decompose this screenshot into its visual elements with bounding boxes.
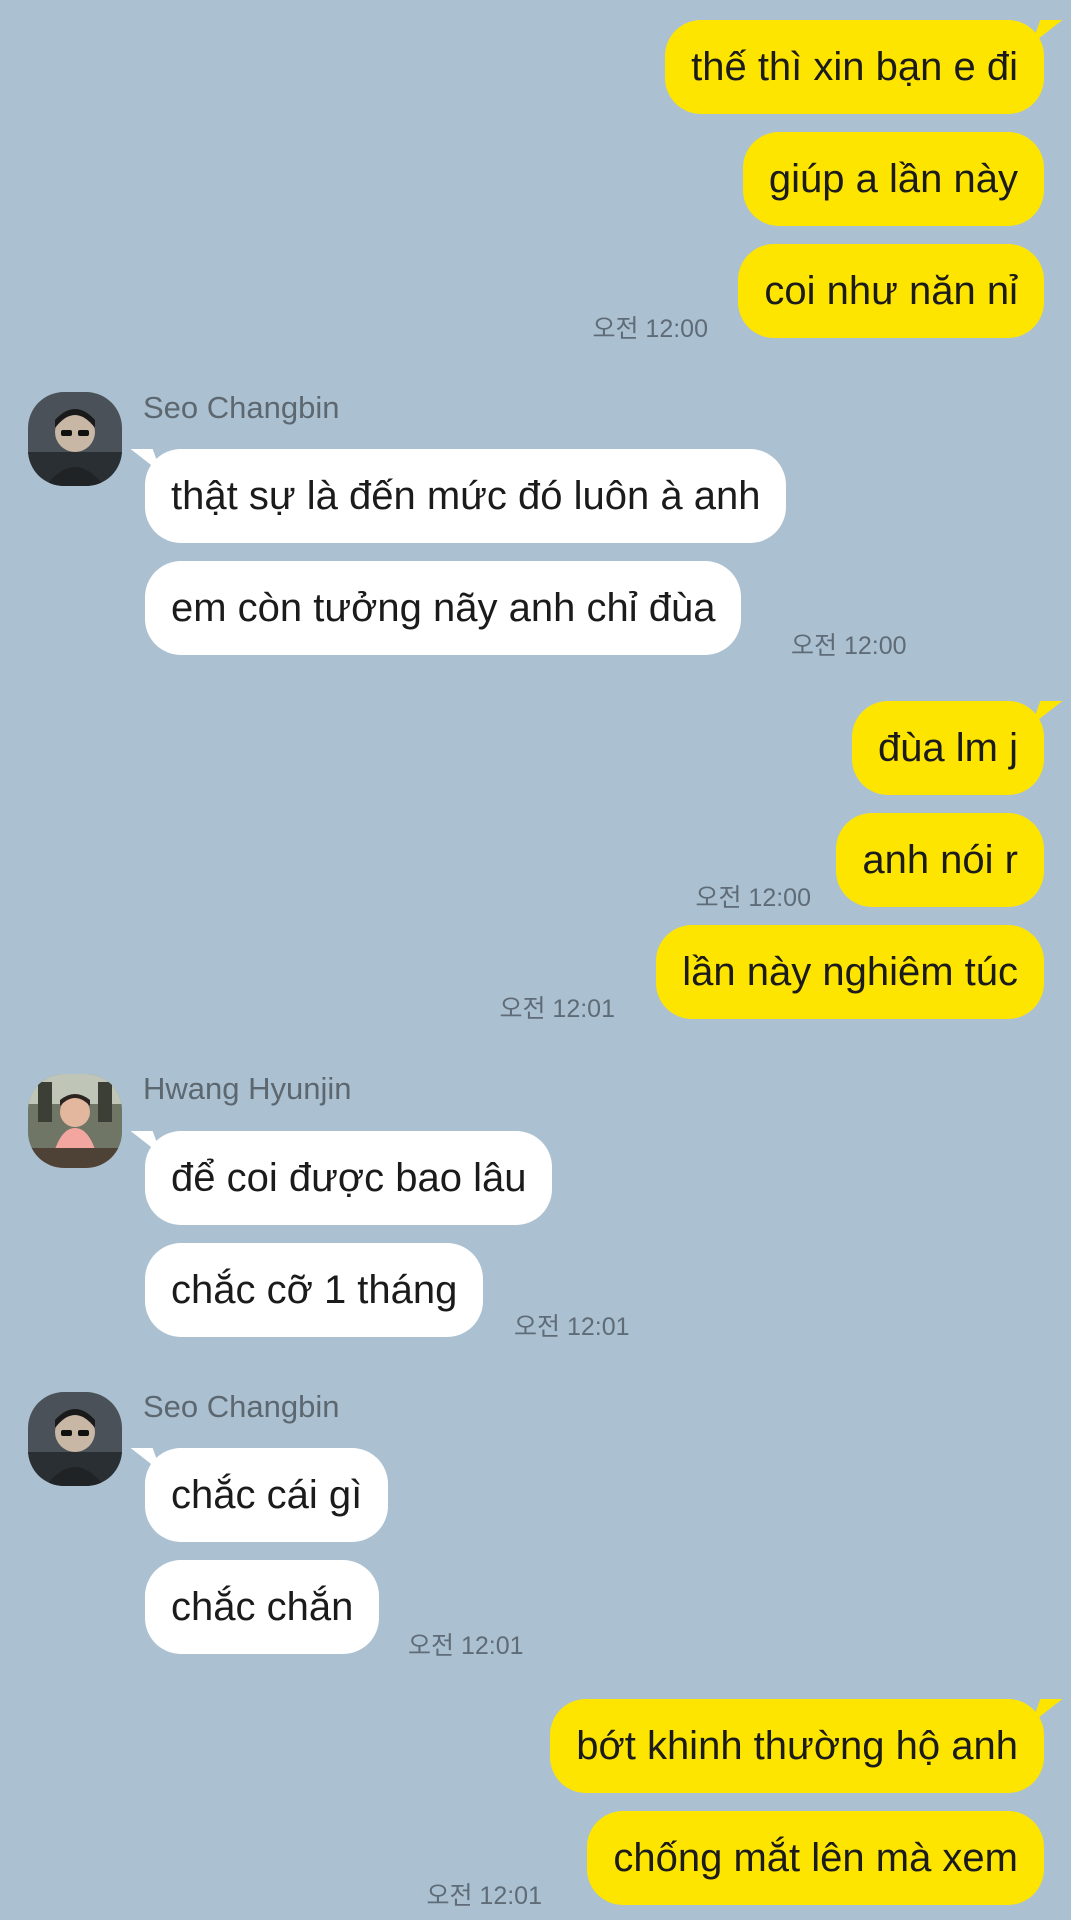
avatar-changbin-icon[interactable] [28, 1392, 122, 1486]
incoming-message[interactable]: chắc chắn [145, 1560, 380, 1654]
outgoing-message[interactable]: coi như năn nỉ [738, 244, 1044, 338]
outgoing-message[interactable]: lần này nghiêm túc [656, 925, 1044, 1019]
incoming-message[interactable]: để coi được bao lâu [145, 1131, 553, 1225]
message-timestamp: 오전 12:01 [426, 1882, 542, 1910]
incoming-message[interactable]: chắc cỡ 1 tháng [145, 1243, 484, 1337]
chat-area[interactable]: thế thì xin bạn e đi giúp a lần này coi … [0, 0, 1071, 1920]
outgoing-message[interactable]: giúp a lần này [742, 132, 1044, 226]
message-timestamp: 오전 12:01 [514, 1313, 630, 1341]
message-timestamp: 오전 12:00 [695, 884, 811, 912]
message-timestamp: 오전 12:00 [592, 315, 708, 343]
sender-name: Seo Changbin [143, 390, 340, 425]
incoming-message[interactable]: em còn tưởng nãy anh chỉ đùa [145, 561, 742, 655]
message-timestamp: 오전 12:01 [408, 1632, 524, 1660]
incoming-message[interactable]: chắc cái gì [145, 1448, 389, 1542]
outgoing-message[interactable]: chống mắt lên mà xem [587, 1811, 1044, 1905]
outgoing-message[interactable]: anh nói r [836, 813, 1044, 907]
sender-name: Hwang Hyunjin [143, 1071, 352, 1106]
message-timestamp: 오전 12:01 [499, 995, 615, 1023]
avatar-changbin-icon[interactable] [28, 392, 122, 486]
outgoing-message[interactable]: thế thì xin bạn e đi [665, 20, 1044, 114]
message-timestamp: 오전 12:00 [791, 632, 907, 660]
outgoing-message[interactable]: đùa lm j [851, 701, 1044, 795]
incoming-message[interactable]: thật sự là đến mức đó luôn à anh [145, 449, 787, 543]
avatar-hyunjin-icon[interactable] [28, 1074, 122, 1168]
outgoing-message[interactable]: bớt khinh thường hộ anh [550, 1699, 1044, 1793]
sender-name: Seo Changbin [143, 1389, 340, 1424]
